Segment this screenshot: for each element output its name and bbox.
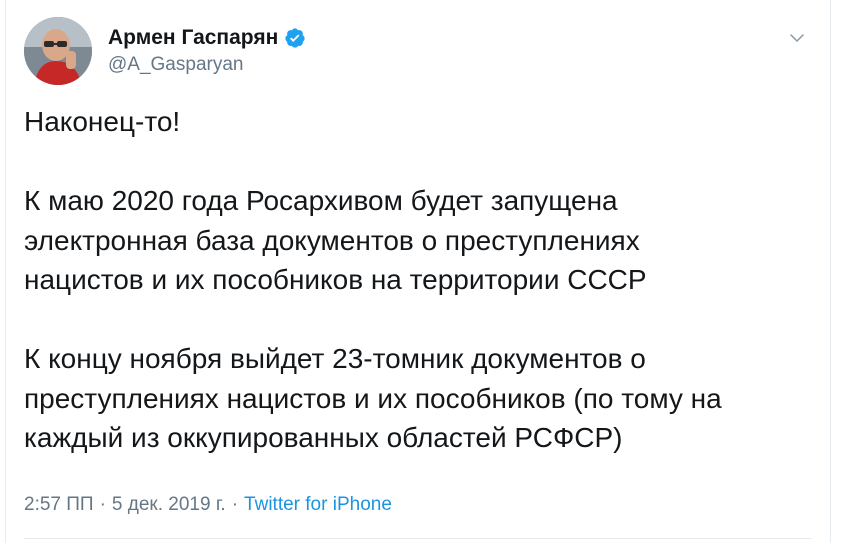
tweet-line: К концу ноября выйдет 23-томник документ…: [24, 343, 646, 374]
tweet-source-link[interactable]: Twitter for iPhone: [244, 494, 392, 515]
tweet-meta: 2:57 ПП · 5 дек. 2019 г. · Twitter for iPhon…: [24, 492, 392, 518]
meta-separator: ·: [99, 494, 106, 515]
verified-badge-icon: [284, 27, 306, 49]
more-options-button[interactable]: [782, 23, 812, 53]
avatar-image: [24, 17, 92, 85]
tweet-card: Армен Гаспарян @A_Gasparyan Наконец-то! …: [5, 0, 831, 543]
name-row: Армен Гаспарян: [108, 25, 306, 51]
chevron-down-icon: [790, 34, 804, 42]
display-name[interactable]: Армен Гаспарян: [108, 25, 278, 51]
tweet-line: преступлениях нацистов и их пособников (…: [24, 382, 722, 414]
tweet-line: К маю 2020 года Росархивом будет запущен…: [24, 185, 618, 216]
user-block: Армен Гаспарян @A_Gasparyan: [108, 25, 306, 77]
meta-separator: ·: [231, 494, 239, 515]
tweet-line: Наконец-то!: [24, 106, 181, 137]
avatar[interactable]: [24, 17, 92, 85]
tweet-line: нацистов и их пособников на территории С…: [24, 264, 647, 295]
tweet-header: Армен Гаспарян @A_Gasparyan: [24, 17, 812, 87]
tweet-line: каждый из оккупированных областей РСФСР): [24, 422, 623, 453]
tweet-text: Наконец-то! К маю 2020 года Росархивом б…: [24, 102, 814, 458]
divider: [24, 538, 812, 539]
tweet-date[interactable]: 5 дек. 2019 г.: [112, 494, 226, 515]
tweet-line: электронная база документов о преступлен…: [24, 224, 640, 256]
tweet-time[interactable]: 2:57 ПП: [24, 494, 94, 515]
user-handle[interactable]: @A_Gasparyan: [108, 53, 306, 77]
